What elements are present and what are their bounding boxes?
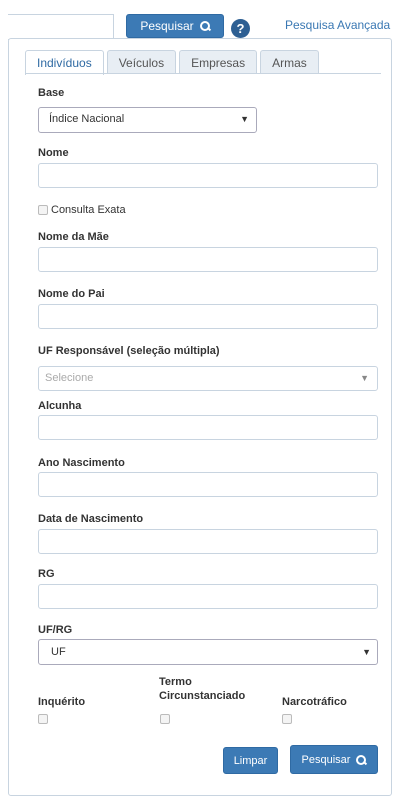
narcotrafico-checkbox[interactable] [282, 714, 292, 724]
alcunha-field[interactable] [38, 415, 378, 440]
consulta-exata-checkbox[interactable] [38, 205, 48, 215]
top-search-button-label: Pesquisar [140, 19, 194, 33]
ano-nascimento-field[interactable] [38, 472, 378, 497]
tab-empresas[interactable]: Empresas [179, 50, 258, 74]
data-nascimento-field[interactable] [38, 529, 378, 554]
nome-pai-field[interactable] [38, 304, 378, 329]
alcunha-label: Alcunha [38, 400, 82, 412]
caret-down-icon: ▼ [362, 647, 371, 657]
top-search-input[interactable] [8, 14, 114, 40]
consulta-exata-label: Consulta Exata [51, 204, 126, 216]
tab-armas[interactable]: Armas [260, 50, 319, 74]
ano-nascimento-label: Ano Nascimento [38, 457, 125, 469]
tab-bar: Indivíduos Veículos Empresas Armas [25, 50, 322, 75]
limpar-button-label: Limpar [233, 754, 268, 767]
uf-rg-select[interactable]: UF ▼ [38, 639, 378, 665]
rg-label: RG [38, 568, 55, 580]
nome-pai-label: Nome do Pai [38, 288, 105, 300]
pesquisar-button-label: Pesquisar [301, 753, 351, 766]
base-select[interactable]: Índice Nacional ▼ [38, 107, 257, 133]
limpar-button[interactable]: Limpar [223, 747, 278, 774]
termo-circunstanciado-checkbox[interactable] [160, 714, 170, 724]
data-nascimento-label: Data de Nascimento [38, 513, 144, 525]
nome-field[interactable] [38, 163, 378, 188]
search-icon [356, 754, 367, 765]
uf-responsavel-placeholder: Selecione [45, 372, 94, 384]
termo-label: Termo [159, 676, 192, 688]
uf-responsavel-label: UF Responsável (seleção múltipla) [38, 345, 220, 357]
top-search-button[interactable]: Pesquisar [126, 14, 224, 38]
caret-down-icon: ▼ [360, 373, 369, 383]
tab-veiculos[interactable]: Veículos [106, 50, 177, 74]
uf-rg-label: UF/RG [38, 624, 73, 636]
nome-label: Nome [38, 147, 69, 159]
inquerito-label: Inquérito [38, 696, 86, 708]
tab-individuos[interactable]: Indivíduos [25, 50, 104, 75]
tab-divider [25, 73, 381, 74]
advanced-search-link[interactable]: Pesquisa Avançada [285, 18, 390, 32]
caret-down-icon: ▼ [240, 114, 249, 124]
search-panel: Indivíduos Veículos Empresas Armas Base … [8, 38, 392, 796]
nome-mae-field[interactable] [38, 247, 378, 272]
uf-rg-value: UF [51, 646, 66, 658]
uf-responsavel-select[interactable]: Selecione ▼ [38, 366, 378, 391]
nome-mae-label: Nome da Mãe [38, 231, 109, 243]
base-label: Base [38, 87, 65, 99]
narcotrafico-label: Narcotráfico [282, 696, 347, 708]
circunstanciado-label: Circunstanciado [159, 690, 246, 702]
help-icon[interactable]: ? [231, 19, 250, 38]
inquerito-checkbox[interactable] [38, 714, 48, 724]
rg-field[interactable] [38, 584, 378, 609]
search-icon [199, 21, 210, 31]
pesquisar-button[interactable]: Pesquisar [290, 745, 378, 774]
base-select-value: Índice Nacional [49, 113, 125, 125]
